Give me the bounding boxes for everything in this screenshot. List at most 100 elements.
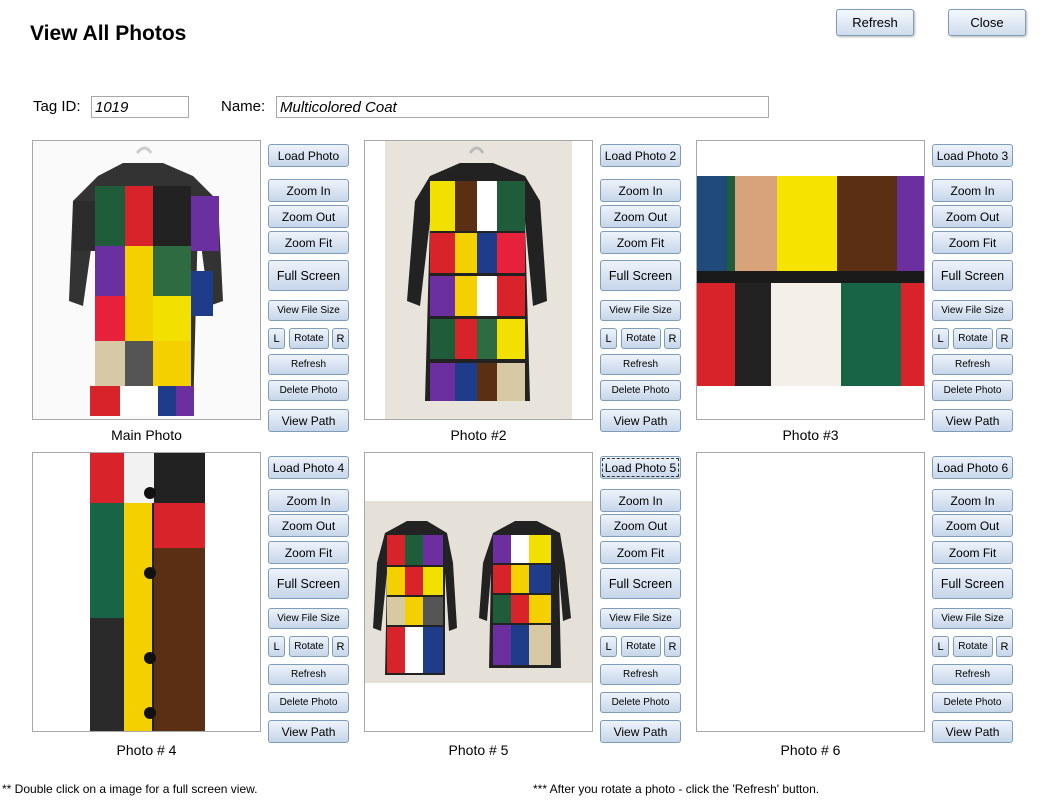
name-label: Name: — [221, 98, 266, 115]
zoom-fit-button[interactable]: Zoom Fit — [600, 231, 681, 254]
main-photo-frame[interactable] — [32, 140, 261, 420]
rotate-right-button[interactable]: R — [996, 636, 1013, 657]
photo-3-frame[interactable] — [696, 140, 925, 420]
refresh-photo-button[interactable]: Refresh — [268, 354, 349, 375]
full-screen-button[interactable]: Full Screen — [932, 260, 1013, 291]
photo-1-controls: Load Photo Zoom In Zoom Out Zoom Fit Ful… — [268, 144, 349, 432]
page-title: View All Photos — [30, 22, 187, 45]
refresh-photo-button[interactable]: Refresh — [600, 664, 681, 685]
zoom-fit-button[interactable]: Zoom Fit — [932, 541, 1013, 564]
rotate-left-button[interactable]: L — [932, 328, 949, 349]
zoom-out-button[interactable]: Zoom Out — [600, 514, 681, 537]
delete-photo-button[interactable]: Delete Photo — [268, 692, 349, 713]
refresh-button[interactable]: Refresh — [836, 9, 914, 36]
rotate-left-button[interactable]: L — [932, 636, 949, 657]
view-file-size-button[interactable]: View File Size — [932, 608, 1013, 629]
load-photo-2-button[interactable]: Load Photo 2 — [600, 144, 681, 167]
delete-photo-button[interactable]: Delete Photo — [600, 692, 681, 713]
view-file-size-button[interactable]: View File Size — [600, 608, 681, 629]
fabric-detail-image — [697, 141, 924, 419]
full-screen-button[interactable]: Full Screen — [600, 568, 681, 599]
view-path-button[interactable]: View Path — [932, 409, 1013, 432]
rotate-right-button[interactable]: R — [332, 636, 349, 657]
view-path-button[interactable]: View Path — [268, 409, 349, 432]
photo-4-frame[interactable] — [32, 452, 261, 732]
refresh-photo-button[interactable]: Refresh — [268, 664, 349, 685]
double-click-note: ** Double click on a image for a full sc… — [2, 782, 258, 796]
delete-photo-button[interactable]: Delete Photo — [932, 692, 1013, 713]
load-photo-4-button[interactable]: Load Photo 4 — [268, 456, 349, 479]
refresh-photo-button[interactable]: Refresh — [932, 354, 1013, 375]
coat-front-image — [33, 141, 260, 419]
zoom-in-button[interactable]: Zoom In — [600, 179, 681, 202]
rotate-button[interactable]: Rotate — [289, 328, 329, 349]
zoom-out-button[interactable]: Zoom Out — [268, 205, 349, 228]
delete-photo-button[interactable]: Delete Photo — [932, 380, 1013, 401]
refresh-photo-button[interactable]: Refresh — [600, 354, 681, 375]
rotate-right-button[interactable]: R — [664, 328, 681, 349]
rotate-right-button[interactable]: R — [332, 328, 349, 349]
rotate-left-button[interactable]: L — [268, 636, 285, 657]
full-screen-button[interactable]: Full Screen — [932, 568, 1013, 599]
rotate-right-button[interactable]: R — [996, 328, 1013, 349]
view-path-button[interactable]: View Path — [600, 720, 681, 743]
delete-photo-button[interactable]: Delete Photo — [268, 380, 349, 401]
coat-back-image — [365, 141, 592, 419]
zoom-in-button[interactable]: Zoom In — [268, 179, 349, 202]
name-field[interactable]: Multicolored Coat — [276, 96, 769, 118]
zoom-in-button[interactable]: Zoom In — [932, 179, 1013, 202]
zoom-fit-button[interactable]: Zoom Fit — [932, 231, 1013, 254]
rotate-left-button[interactable]: L — [600, 328, 617, 349]
rotate-button[interactable]: Rotate — [621, 636, 661, 657]
photo-6-controls: Load Photo 6 Zoom In Zoom Out Zoom Fit F… — [932, 456, 1013, 743]
refresh-photo-button[interactable]: Refresh — [932, 664, 1013, 685]
zoom-fit-button[interactable]: Zoom Fit — [268, 231, 349, 254]
photo-5-controls: Load Photo 5 Zoom In Zoom Out Zoom Fit F… — [600, 456, 681, 743]
load-photo-6-button[interactable]: Load Photo 6 — [932, 456, 1013, 479]
photo-3-caption: Photo #3 — [782, 427, 839, 443]
photo-5-caption: Photo # 5 — [448, 742, 509, 758]
rotate-button[interactable]: Rotate — [953, 636, 993, 657]
view-path-button[interactable]: View Path — [268, 720, 349, 743]
zoom-in-button[interactable]: Zoom In — [268, 489, 349, 512]
two-coats-image — [365, 453, 592, 731]
view-path-button[interactable]: View Path — [600, 409, 681, 432]
photo-2-frame[interactable] — [364, 140, 593, 420]
rotate-left-button[interactable]: L — [600, 636, 617, 657]
view-file-size-button[interactable]: View File Size — [268, 608, 349, 629]
rotate-button[interactable]: Rotate — [621, 328, 661, 349]
zoom-out-button[interactable]: Zoom Out — [932, 514, 1013, 537]
view-file-size-button[interactable]: View File Size — [600, 300, 681, 321]
photo-4-caption: Photo # 4 — [116, 742, 177, 758]
zoom-in-button[interactable]: Zoom In — [600, 489, 681, 512]
view-file-size-button[interactable]: View File Size — [268, 300, 349, 321]
tag-id-field[interactable]: 1019 — [91, 96, 189, 118]
load-photo-5-button[interactable]: Load Photo 5 — [600, 456, 681, 479]
zoom-fit-button[interactable]: Zoom Fit — [600, 541, 681, 564]
photo-5-frame[interactable] — [364, 452, 593, 732]
full-screen-button[interactable]: Full Screen — [600, 260, 681, 291]
close-button[interactable]: Close — [948, 9, 1026, 36]
tag-id-label: Tag ID: — [33, 98, 81, 115]
zoom-fit-button[interactable]: Zoom Fit — [268, 541, 349, 564]
rotate-right-button[interactable]: R — [664, 636, 681, 657]
delete-photo-button[interactable]: Delete Photo — [600, 380, 681, 401]
zoom-in-button[interactable]: Zoom In — [932, 489, 1013, 512]
photo-6-frame[interactable] — [696, 452, 925, 732]
rotate-note: *** After you rotate a photo - click the… — [533, 782, 820, 796]
load-photo-button[interactable]: Load Photo — [268, 144, 349, 167]
rotate-button[interactable]: Rotate — [289, 636, 329, 657]
view-path-button[interactable]: View Path — [932, 720, 1013, 743]
rotate-button[interactable]: Rotate — [953, 328, 993, 349]
photo-3-controls: Load Photo 3 Zoom In Zoom Out Zoom Fit F… — [932, 144, 1013, 432]
zoom-out-button[interactable]: Zoom Out — [932, 205, 1013, 228]
full-screen-button[interactable]: Full Screen — [268, 568, 349, 599]
load-photo-3-button[interactable]: Load Photo 3 — [932, 144, 1013, 167]
photo-6-caption: Photo # 6 — [780, 742, 841, 758]
zoom-out-button[interactable]: Zoom Out — [268, 514, 349, 537]
rotate-left-button[interactable]: L — [268, 328, 285, 349]
zoom-out-button[interactable]: Zoom Out — [600, 205, 681, 228]
full-screen-button[interactable]: Full Screen — [268, 260, 349, 291]
view-file-size-button[interactable]: View File Size — [932, 300, 1013, 321]
main-photo-caption: Main Photo — [111, 427, 182, 443]
